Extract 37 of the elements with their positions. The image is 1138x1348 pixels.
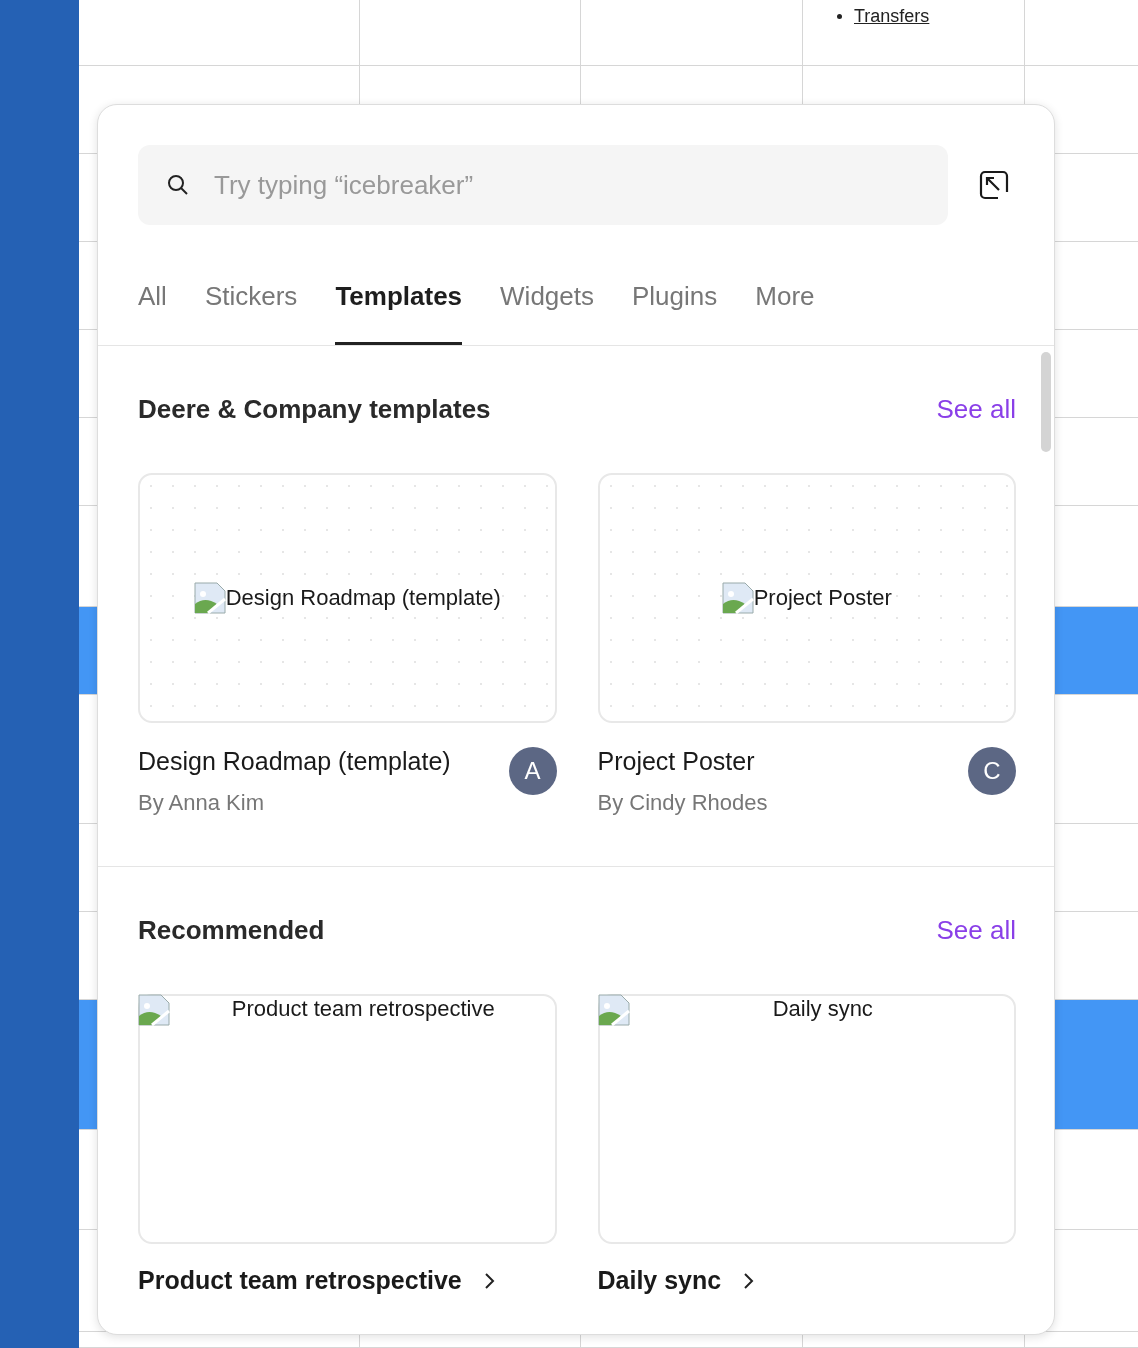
template-title: Daily sync — [597, 1266, 722, 1295]
link[interactable]: Transfers — [854, 6, 930, 27]
tab[interactable]: Widgets — [500, 273, 594, 345]
avatar: A — [508, 747, 557, 795]
thumbnail-alt-text: Daily sync — [771, 995, 874, 1022]
tab[interactable]: All — [138, 273, 167, 345]
template-thumbnail[interactable]: Daily sync — [597, 994, 1016, 1244]
section-title: Deere & Company templates — [138, 394, 491, 425]
bullet-icon — [837, 14, 842, 19]
template-title: Project Poster — [597, 747, 756, 776]
thumbnail-alt-text: Product team retrospective — [230, 995, 496, 1022]
section-title: Recommended — [138, 915, 325, 946]
tab[interactable]: More — [755, 273, 815, 345]
see-all-link[interactable]: See all — [936, 915, 1016, 946]
broken-image-icon — [597, 994, 630, 1026]
author-name: By Anna Kim — [138, 790, 265, 816]
template-title: Design Roadmap (template) — [138, 747, 451, 776]
template-thumbnail[interactable]: Project Poster — [597, 473, 1016, 723]
template-title: Product team retrospective — [138, 1266, 462, 1295]
scrollbar[interactable] — [1041, 352, 1051, 452]
collapse-icon[interactable] — [978, 169, 1010, 201]
tab[interactable]: Stickers — [204, 273, 298, 345]
tab[interactable]: Plugins — [632, 273, 718, 345]
thumbnail-alt-text: Project Poster — [753, 585, 892, 611]
template-thumbnail[interactable]: Design Roadmap (template) — [138, 473, 557, 723]
search-input[interactable]: Try typing “icebreaker” — [212, 168, 948, 202]
tab[interactable]: Templates — [335, 273, 463, 345]
broken-image-icon — [138, 994, 170, 1026]
see-all-link[interactable]: See all — [936, 394, 1016, 425]
search-field[interactable]: Try typing “icebreaker” — [138, 145, 948, 225]
broken-image-icon — [193, 582, 226, 614]
thumbnail-alt-text: Design Roadmap (template) — [225, 585, 501, 611]
search-icon — [166, 173, 190, 197]
author-name: By Cindy Rhodes — [597, 790, 768, 816]
avatar: C — [968, 747, 1016, 795]
broken-image-icon — [721, 582, 754, 614]
template-thumbnail[interactable]: Product team retrospective — [138, 994, 557, 1244]
